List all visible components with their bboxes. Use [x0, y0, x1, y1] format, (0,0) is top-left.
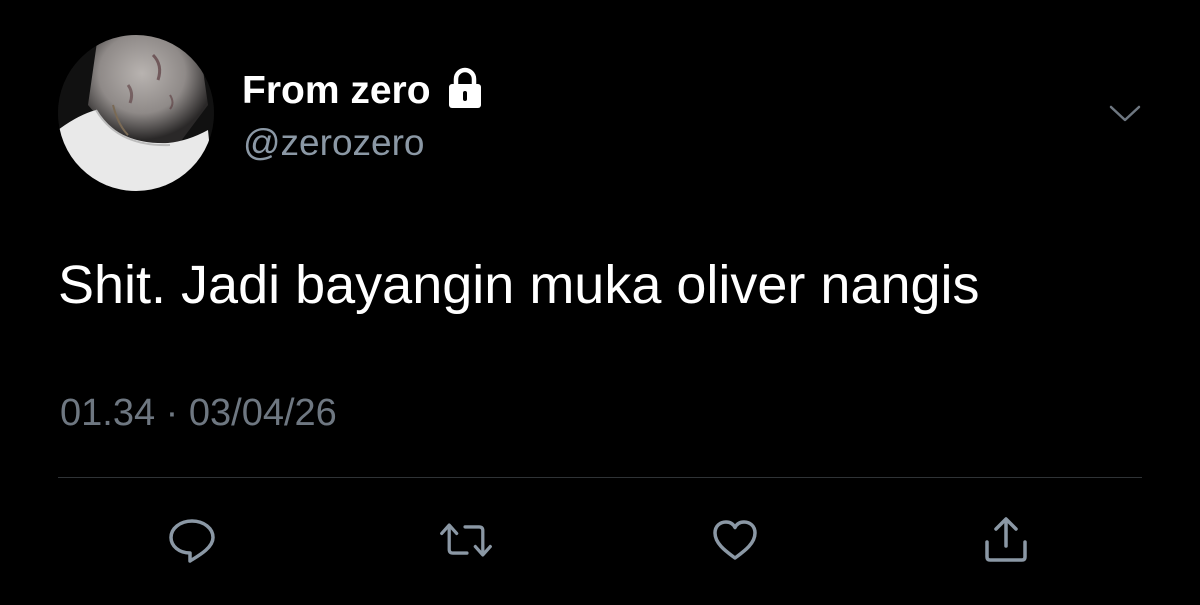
reply-button[interactable]	[164, 512, 220, 568]
tweet-card: From zero @zerozero Shit. Jadi bayangin …	[0, 0, 1200, 605]
avatar[interactable]	[58, 35, 214, 191]
avatar-photo	[58, 35, 214, 191]
reply-icon	[169, 519, 215, 563]
share-button[interactable]	[978, 512, 1034, 568]
retweet-icon	[440, 523, 492, 557]
lock-icon	[445, 67, 485, 109]
heart-icon	[713, 520, 757, 560]
tweet-timestamp[interactable]: 01.34 · 03/04/26	[60, 394, 337, 432]
divider	[58, 477, 1142, 478]
share-icon	[985, 517, 1027, 562]
retweet-button[interactable]	[438, 512, 494, 568]
chevron-down-icon[interactable]	[1108, 102, 1142, 126]
like-button[interactable]	[707, 512, 763, 568]
display-name[interactable]: From zero	[242, 71, 431, 110]
user-handle[interactable]: @zerozero	[243, 124, 425, 161]
user-name-row: From zero	[242, 62, 485, 118]
tweet-text: Shit. Jadi bayangin muka oliver nangis	[58, 255, 980, 315]
